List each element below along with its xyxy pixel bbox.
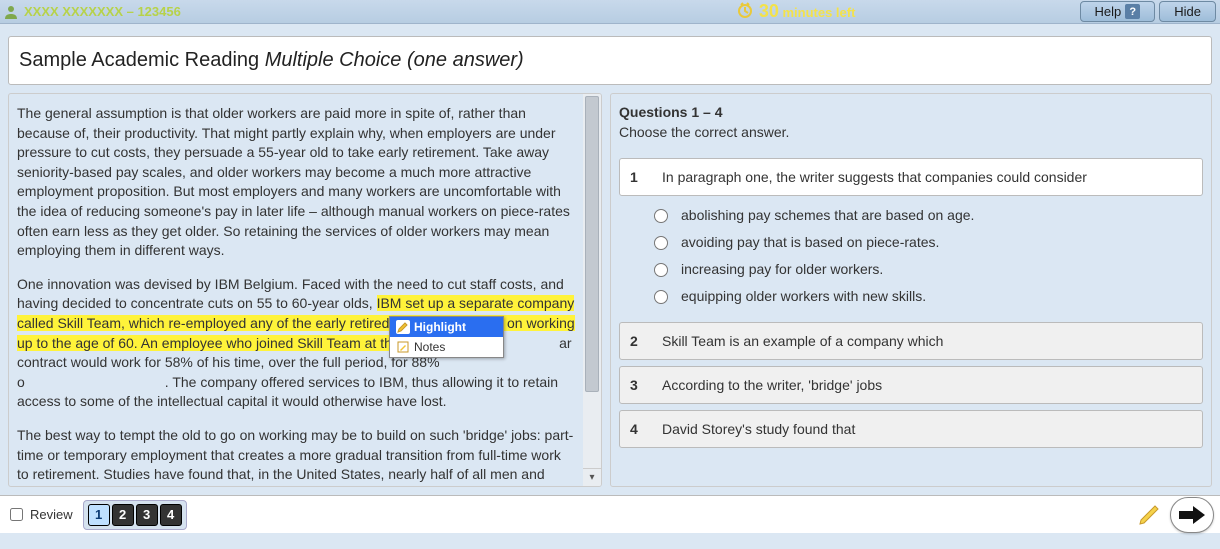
question-1-options: abolishing pay schemes that are based on… bbox=[649, 206, 1203, 304]
title-plain: Sample Academic Reading bbox=[19, 49, 265, 71]
bottom-bar: Review 1 2 3 4 bbox=[0, 495, 1220, 533]
review-checkbox[interactable] bbox=[10, 508, 23, 521]
scroll-down-arrow[interactable]: ▾ bbox=[583, 468, 601, 486]
q1-option-b[interactable]: avoiding pay that is based on piece-rate… bbox=[649, 233, 1203, 250]
question-2[interactable]: 2 Skill Team is an example of a company … bbox=[619, 322, 1203, 360]
q1-opt-b-label: avoiding pay that is based on piece-rate… bbox=[681, 234, 939, 250]
main-area: The general assumption is that older wor… bbox=[0, 85, 1220, 495]
title-italic: Multiple Choice (one answer) bbox=[265, 49, 524, 71]
scroll-thumb[interactable] bbox=[585, 96, 599, 392]
passage-p2-post-b: . The company offered services to IBM, t… bbox=[17, 374, 558, 410]
context-highlight-label: Highlight bbox=[414, 320, 466, 334]
timer: 30 minutes left bbox=[737, 1, 856, 22]
question-1[interactable]: 1 In paragraph one, the writer suggests … bbox=[619, 158, 1203, 196]
timer-text: 30 minutes left bbox=[759, 1, 856, 22]
question-3[interactable]: 3 According to the writer, 'bridge' jobs bbox=[619, 366, 1203, 404]
question-nav: 1 2 3 4 bbox=[83, 500, 187, 530]
context-notes[interactable]: Notes bbox=[390, 337, 503, 357]
scrollbar[interactable]: ▾ bbox=[583, 94, 601, 486]
q1-radio-d[interactable] bbox=[654, 290, 668, 304]
context-highlight[interactable]: Highlight bbox=[390, 317, 503, 337]
question-4-text: David Storey's study found that bbox=[662, 421, 855, 437]
hide-button[interactable]: Hide bbox=[1159, 1, 1216, 22]
user-label: XXXX XXXXXXX – 123456 bbox=[24, 4, 181, 19]
notes-icon bbox=[396, 340, 410, 354]
questions-instruction: Choose the correct answer. bbox=[619, 124, 1203, 140]
passage-text[interactable]: The general assumption is that older wor… bbox=[9, 94, 583, 486]
passage-p1: The general assumption is that older wor… bbox=[17, 104, 575, 261]
help-icon: ? bbox=[1125, 4, 1140, 19]
question-4[interactable]: 4 David Storey's study found that bbox=[619, 410, 1203, 448]
question-2-number: 2 bbox=[630, 333, 648, 349]
hide-label: Hide bbox=[1174, 4, 1201, 19]
passage-pane: The general assumption is that older wor… bbox=[8, 93, 602, 487]
clock-icon bbox=[737, 2, 753, 21]
user-icon bbox=[4, 5, 18, 19]
question-1-text: In paragraph one, the writer suggests th… bbox=[662, 169, 1087, 185]
help-button[interactable]: Help ? bbox=[1080, 1, 1156, 22]
q1-option-d[interactable]: equipping older workers with new skills. bbox=[649, 287, 1203, 304]
top-bar: XXXX XXXXXXX – 123456 30 minutes left He… bbox=[0, 0, 1220, 24]
question-2-text: Skill Team is an example of a company wh… bbox=[662, 333, 943, 349]
nav-1[interactable]: 1 bbox=[88, 504, 110, 526]
q1-option-a[interactable]: abolishing pay schemes that are based on… bbox=[649, 206, 1203, 223]
questions-heading: Questions 1 – 4 bbox=[619, 104, 1203, 120]
nav-3[interactable]: 3 bbox=[136, 504, 158, 526]
context-menu: Highlight Notes bbox=[389, 316, 504, 358]
q1-radio-c[interactable] bbox=[654, 263, 668, 277]
question-3-number: 3 bbox=[630, 377, 648, 393]
question-4-number: 4 bbox=[630, 421, 648, 437]
note-icon[interactable] bbox=[1138, 504, 1160, 526]
q1-opt-a-label: abolishing pay schemes that are based on… bbox=[681, 207, 974, 223]
help-label: Help bbox=[1095, 4, 1122, 19]
question-1-number: 1 bbox=[630, 169, 648, 185]
question-3-text: According to the writer, 'bridge' jobs bbox=[662, 377, 882, 393]
nav-2[interactable]: 2 bbox=[112, 504, 134, 526]
q1-radio-b[interactable] bbox=[654, 236, 668, 250]
page-title: Sample Academic Reading Multiple Choice … bbox=[8, 36, 1212, 85]
next-button[interactable] bbox=[1170, 497, 1214, 533]
q1-radio-a[interactable] bbox=[654, 209, 668, 223]
review-label: Review bbox=[30, 507, 73, 522]
highlight-icon bbox=[396, 320, 410, 334]
nav-4[interactable]: 4 bbox=[160, 504, 182, 526]
q1-option-c[interactable]: increasing pay for older workers. bbox=[649, 260, 1203, 277]
review-toggle[interactable]: Review bbox=[6, 505, 73, 524]
passage-p3: The best way to tempt the old to go on w… bbox=[17, 426, 575, 486]
context-notes-label: Notes bbox=[414, 340, 445, 354]
q1-opt-d-label: equipping older workers with new skills. bbox=[681, 288, 926, 304]
questions-pane: Questions 1 – 4 Choose the correct answe… bbox=[610, 93, 1212, 487]
q1-opt-c-label: increasing pay for older workers. bbox=[681, 261, 883, 277]
